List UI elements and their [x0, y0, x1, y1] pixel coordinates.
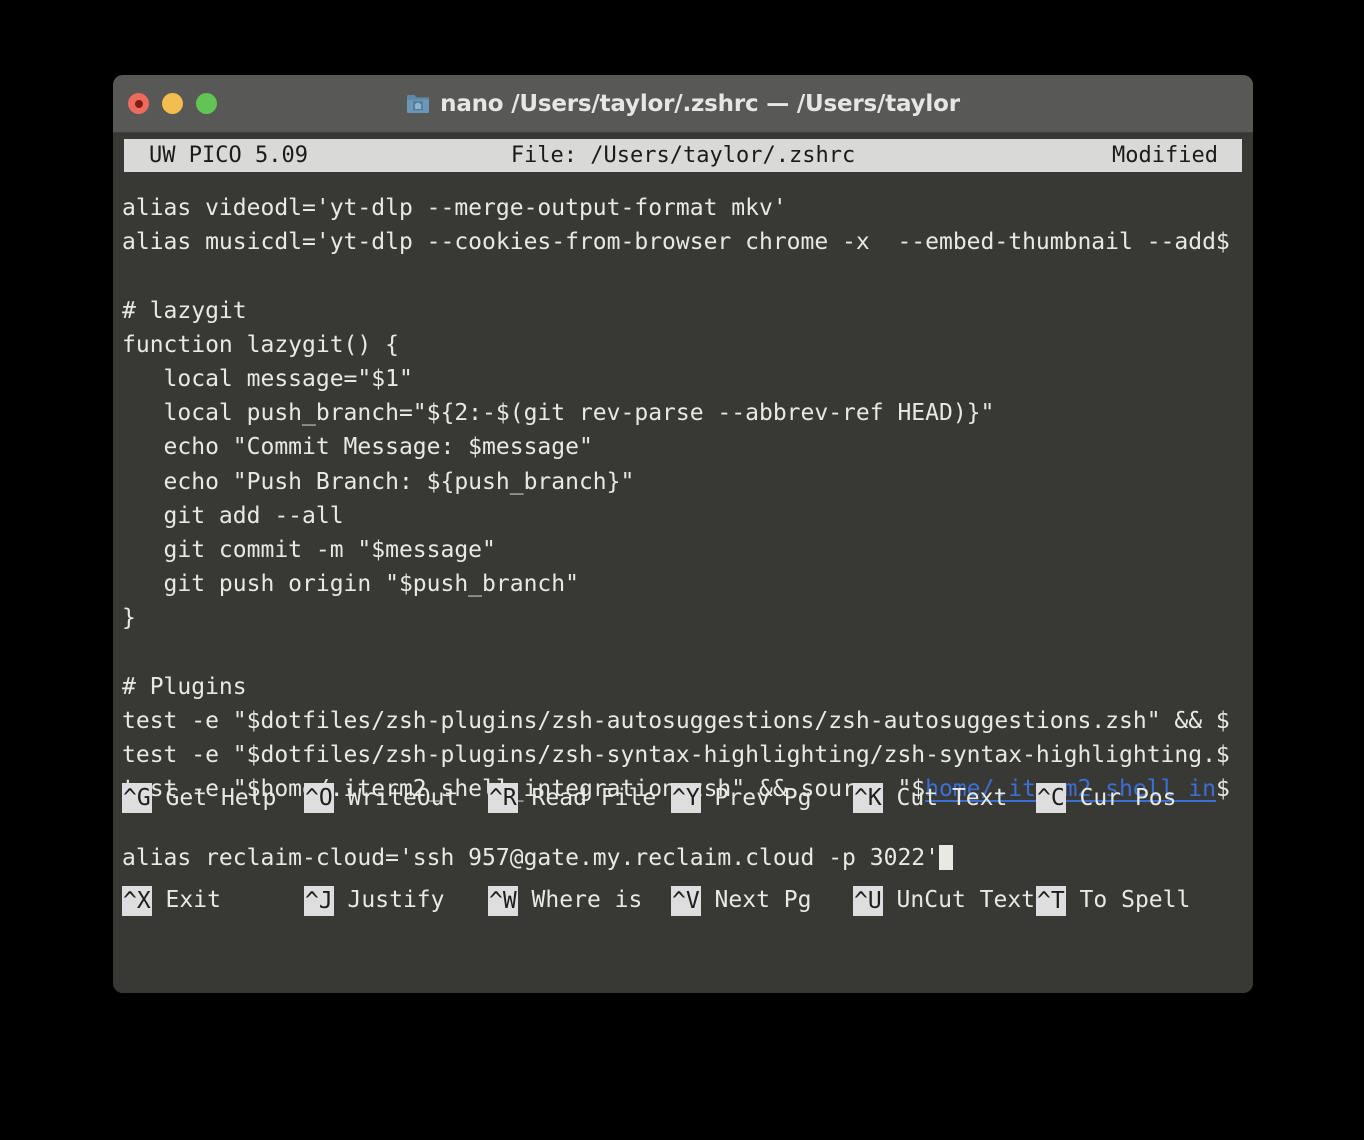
shortcut-key: ^X — [122, 885, 152, 916]
shortcut-item[interactable]: ^C Cur Pos — [1036, 781, 1176, 815]
shortcut-label: Get Help — [151, 784, 277, 811]
editor-line-text: alias musicdl='yt-dlp --cookies-from-bro… — [122, 229, 1230, 256]
shortcut-key: ^J — [304, 885, 334, 916]
window-titlebar: nano /Users/taylor/.zshrc — /Users/taylo… — [113, 75, 1253, 133]
editor-line-text: } — [122, 605, 136, 632]
terminal-body[interactable]: UW PICO 5.09 File: /Users/taylor/.zshrc … — [113, 133, 1253, 993]
shortcut-label: Prev Pg — [700, 784, 812, 811]
editor-line-text: echo "Push Branch: ${push_branch}" — [122, 468, 635, 495]
terminal-window: nano /Users/taylor/.zshrc — /Users/taylo… — [113, 75, 1253, 993]
shortcut-label: Cut Text — [882, 784, 1008, 811]
shortcut-label: Exit — [151, 887, 221, 914]
shortcut-label: To Spell — [1065, 887, 1191, 914]
shortcut-key: ^T — [1036, 885, 1066, 916]
editor-line: git push origin "$push_branch" — [122, 567, 1253, 601]
shortcut-item[interactable]: ^W Where is — [488, 883, 642, 917]
editor-line: function lazygit() { — [122, 328, 1253, 362]
pico-status-header: UW PICO 5.09 File: /Users/taylor/.zshrc … — [124, 139, 1242, 172]
editor-line: local push_branch="${2:-$(git rev-parse … — [122, 396, 1253, 430]
shortcut-label: UnCut Text — [882, 887, 1036, 914]
editor-line: } — [122, 601, 1253, 635]
shortcut-item[interactable]: ^T To Spell — [1036, 883, 1190, 917]
shortcut-item[interactable]: ^R Read File — [488, 781, 656, 815]
minimize-button[interactable] — [162, 93, 183, 114]
editor-line-text: # lazygit — [122, 297, 247, 324]
shortcut-key: ^V — [671, 885, 701, 916]
editor-line-text: echo "Commit Message: $message" — [122, 434, 593, 461]
home-folder-icon — [407, 95, 430, 113]
shortcut-item[interactable]: ^V Next Pg — [671, 883, 811, 917]
editor-line-text: alias videodl='yt-dlp --merge-output-for… — [122, 195, 787, 221]
editor-line: echo "Commit Message: $message" — [122, 430, 1253, 464]
shortcut-key: ^K — [853, 782, 883, 813]
shortcut-label: Justify — [333, 887, 445, 914]
shortcut-item[interactable]: ^J Justify — [304, 883, 444, 917]
pico-modified-badge: Modified — [1112, 143, 1218, 168]
editor-line-text: local push_branch="${2:-$(git rev-parse … — [122, 400, 995, 427]
shortcut-item[interactable]: ^O WriteOut — [304, 781, 458, 815]
shortcut-key: ^C — [1036, 782, 1066, 813]
pico-file-label: File: /Users/taylor/.zshrc — [510, 143, 856, 168]
editor-line-text: local message="$1" — [122, 365, 413, 392]
shortcut-row-1: ^G Get Help ^O WriteOut ^R Read File ^Y Pre… — [122, 781, 1253, 815]
shortcut-key: ^Y — [671, 782, 701, 813]
shortcut-label: WriteOut — [333, 784, 459, 811]
shortcut-item[interactable]: ^G Get Help — [122, 781, 276, 815]
window-title-text: nano /Users/taylor/.zshrc — /Users/taylo… — [440, 90, 960, 117]
editor-line: # Plugins — [122, 670, 1253, 704]
editor-line-text: git commit -m "$message" — [122, 536, 496, 563]
editor-line-text: git push origin "$push_branch" — [122, 571, 579, 598]
shortcut-item[interactable]: ^U UnCut Text — [853, 883, 1035, 917]
shortcut-key: ^U — [853, 885, 883, 916]
editor-line-text: # Plugins — [122, 673, 247, 700]
traffic-light-group — [128, 75, 217, 132]
shortcut-label: Where is — [517, 887, 643, 914]
editor-line: git commit -m "$message" — [122, 533, 1253, 567]
editor-line: git add --all — [122, 499, 1253, 533]
close-button[interactable] — [128, 93, 149, 114]
shortcut-row-2: ^X Exit ^J Justify ^W Where is ^V Next Pg ^U… — [122, 883, 1253, 917]
shortcut-key: ^G — [122, 782, 152, 813]
editor-line-text: function lazygit() { — [122, 331, 399, 358]
zoom-button[interactable] — [196, 93, 217, 114]
shortcut-bar: ^G Get Help ^O WriteOut ^R Read File ^Y Pre… — [122, 712, 1253, 986]
shortcut-key: ^R — [488, 782, 518, 813]
editor-line: local message="$1" — [122, 362, 1253, 396]
shortcut-label: Next Pg — [700, 887, 812, 914]
shortcut-item[interactable]: ^K Cut Text — [853, 781, 1007, 815]
window-title-group: nano /Users/taylor/.zshrc — /Users/taylo… — [113, 75, 1253, 132]
shortcut-label: Read File — [517, 784, 657, 811]
editor-line: # lazygit — [122, 294, 1253, 328]
editor-line-text: git add --all — [122, 502, 344, 529]
screen: nano /Users/taylor/.zshrc — /Users/taylo… — [0, 0, 1364, 1140]
editor-line: alias musicdl='yt-dlp --cookies-from-bro… — [122, 225, 1253, 259]
shortcut-key: ^O — [304, 782, 334, 813]
editor-line: echo "Push Branch: ${push_branch}" — [122, 465, 1253, 499]
editor-line: alias videodl='yt-dlp --merge-output-for… — [122, 191, 1253, 225]
shortcut-label: Cur Pos — [1065, 784, 1177, 811]
shortcut-item[interactable]: ^X Exit — [122, 883, 221, 917]
shortcut-key: ^W — [488, 885, 518, 916]
shortcut-item[interactable]: ^Y Prev Pg — [671, 781, 811, 815]
